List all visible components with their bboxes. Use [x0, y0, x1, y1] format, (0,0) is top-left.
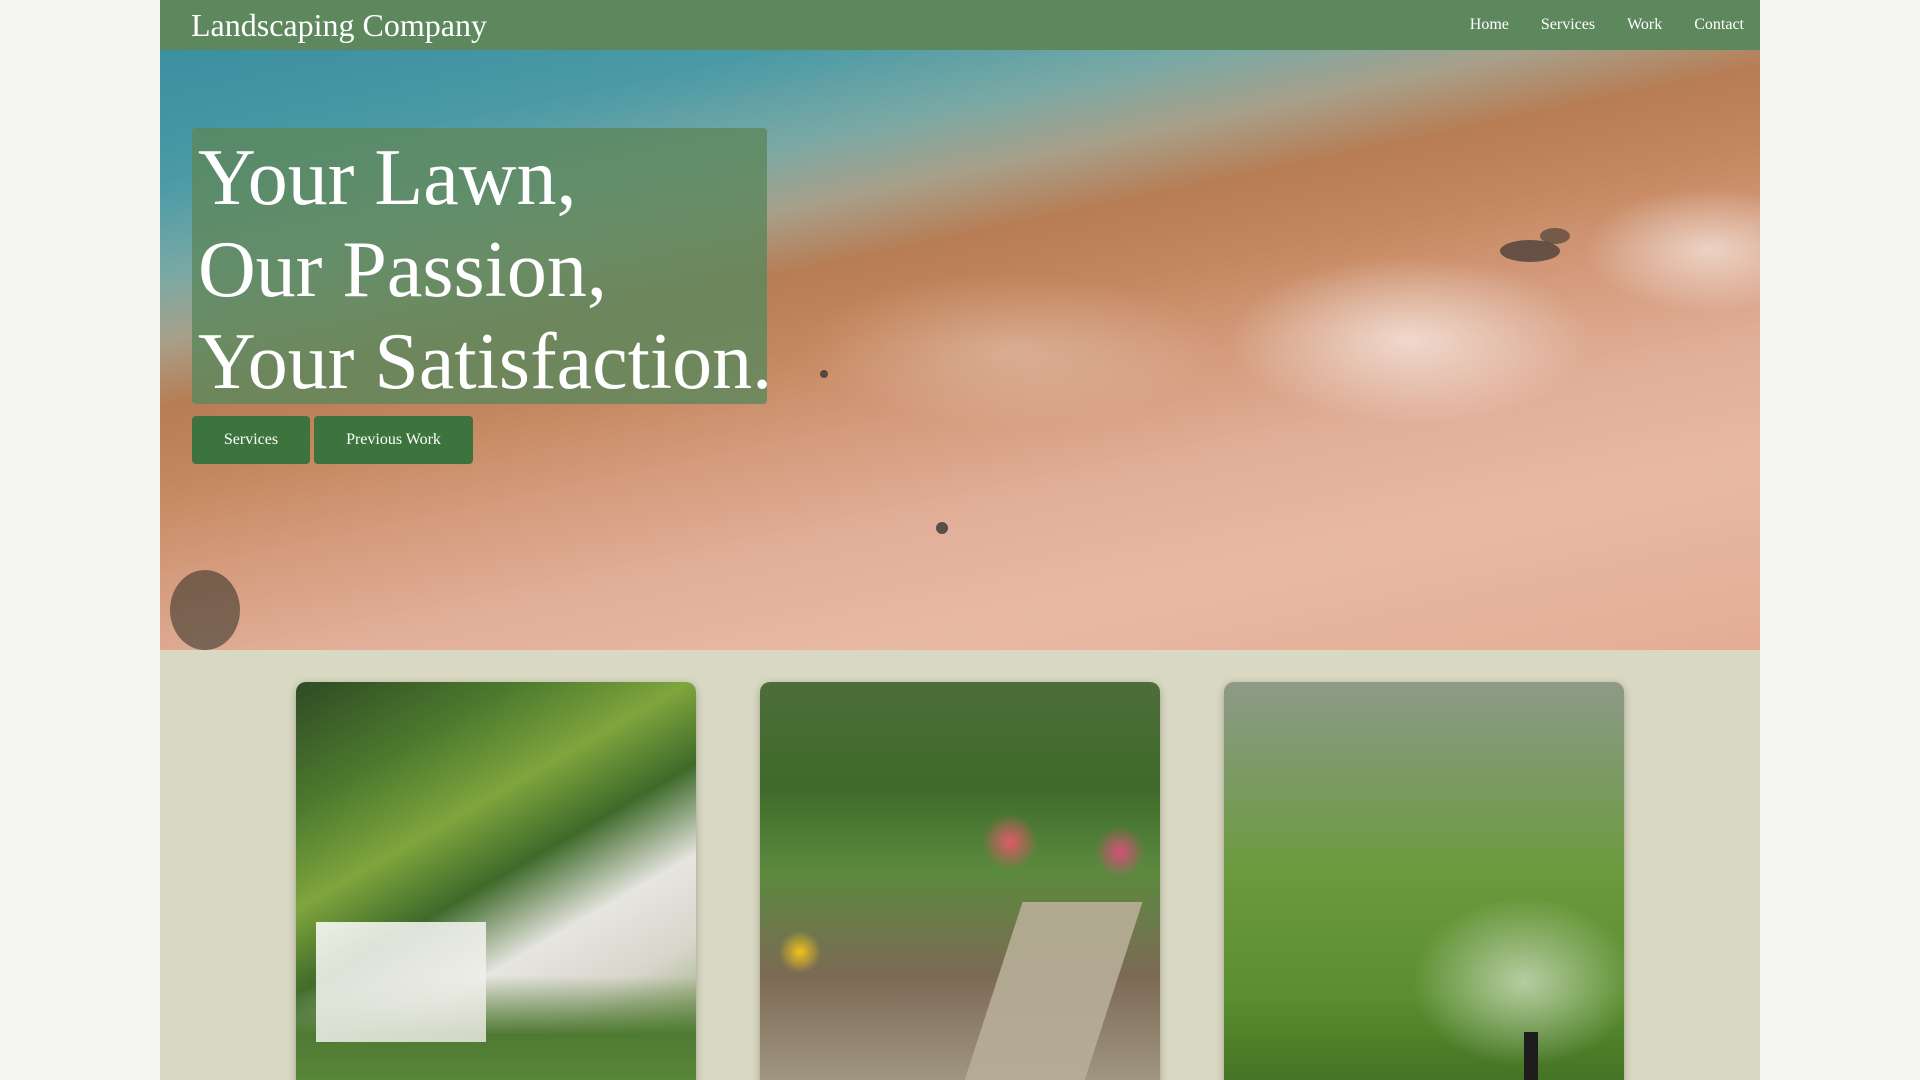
rock-speck — [1540, 228, 1570, 244]
stairs-shape — [316, 922, 486, 1042]
hero-button-group: Services Previous Work — [192, 416, 477, 464]
header-bar: Landscaping Company Home Services Work C… — [160, 0, 1760, 50]
headline-line-3: Your Satisfaction. — [198, 318, 773, 406]
sprinkler-head-shape — [1524, 1032, 1538, 1080]
hero-headline: Your Lawn, Our Passion, Your Satisfactio… — [198, 132, 772, 408]
previous-work-button[interactable]: Previous Work — [314, 416, 473, 464]
person-speck — [820, 370, 828, 378]
brand-logo-text[interactable]: Landscaping Company — [191, 6, 487, 44]
nav-home[interactable]: Home — [1470, 16, 1509, 34]
hero-beach-image: Your Lawn, Our Passion, Your Satisfactio… — [160, 50, 1760, 650]
page: Landscaping Company Home Services Work C… — [160, 0, 1760, 1080]
rock-speck — [170, 570, 240, 650]
stone-path-shape — [957, 902, 1143, 1080]
nav-contact[interactable]: Contact — [1694, 16, 1744, 34]
card-image-flower-path[interactable] — [760, 682, 1160, 1080]
card-image-sprinkler[interactable] — [1224, 682, 1624, 1080]
main-nav: Home Services Work Contact — [1438, 0, 1744, 50]
headline-line-2: Our Passion, — [198, 226, 607, 314]
person-speck — [936, 522, 948, 534]
services-button[interactable]: Services — [192, 416, 310, 464]
headline-line-1: Your Lawn, — [198, 134, 577, 222]
card-image-garden-stairs[interactable] — [296, 682, 696, 1080]
nav-work[interactable]: Work — [1627, 16, 1662, 34]
nav-services[interactable]: Services — [1541, 16, 1595, 34]
